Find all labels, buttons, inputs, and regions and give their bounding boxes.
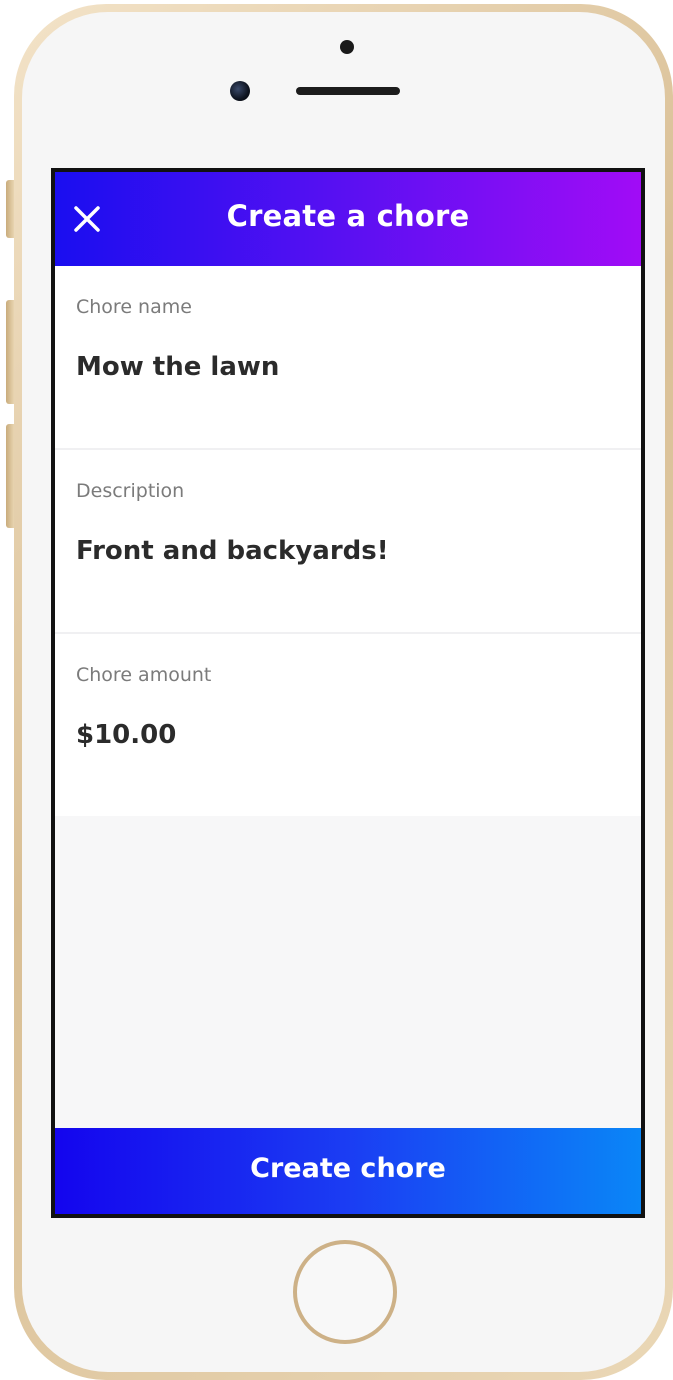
app-header: Create a chore (55, 172, 641, 266)
create-chore-button[interactable]: Create chore (55, 1128, 641, 1214)
chore-name-field[interactable]: Chore name Mow the lawn (55, 266, 641, 450)
create-chore-label: Create chore (250, 1153, 446, 1184)
earpiece-speaker (296, 87, 400, 95)
silent-switch (6, 180, 14, 238)
front-camera (230, 81, 250, 101)
description-value[interactable]: Front and backyards! (76, 536, 389, 566)
description-field[interactable]: Description Front and backyards! (55, 450, 641, 634)
chore-amount-label: Chore amount (76, 664, 212, 686)
home-button[interactable] (293, 1240, 397, 1344)
app-screen: Create a chore Chore name Mow the lawn D… (51, 168, 645, 1218)
volume-up-button (6, 300, 14, 404)
chore-amount-value[interactable]: $10.00 (76, 720, 176, 750)
chore-amount-field[interactable]: Chore amount $10.00 (55, 634, 641, 816)
chore-name-value[interactable]: Mow the lawn (76, 352, 279, 382)
chore-name-label: Chore name (76, 296, 192, 318)
volume-down-button (6, 424, 14, 528)
proximity-sensor (340, 40, 354, 54)
page-title: Create a chore (226, 199, 470, 233)
description-label: Description (76, 480, 185, 502)
